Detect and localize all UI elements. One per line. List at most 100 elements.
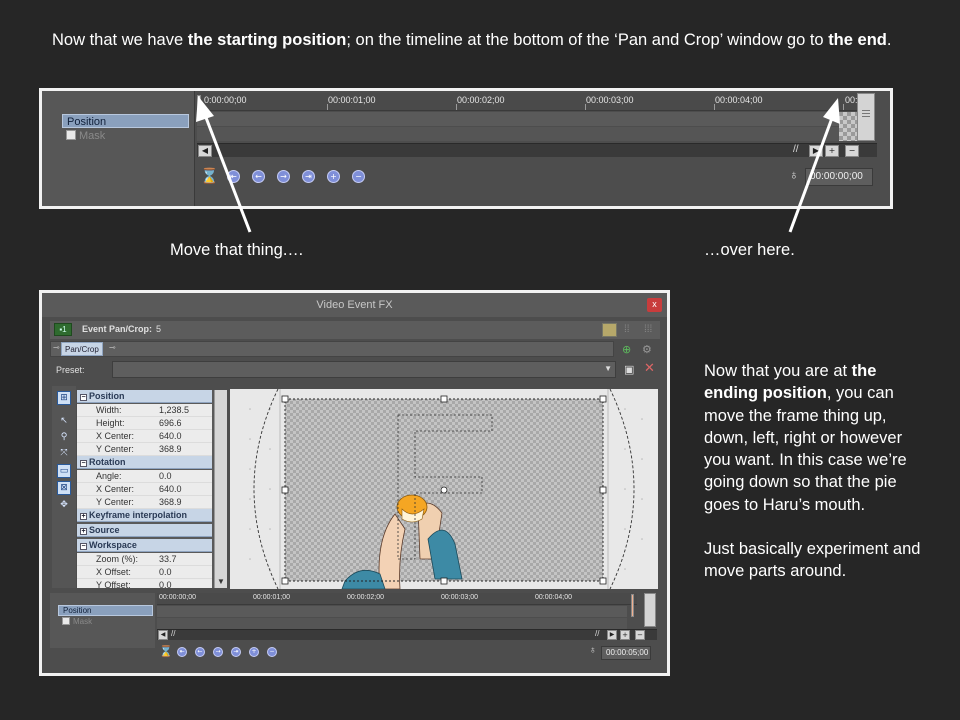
keyframe-remove-icon[interactable]: − [352,170,365,183]
prop-row[interactable]: X Center: 640.0 [77,483,212,496]
keyframe-last-icon[interactable]: ⇥ [231,647,241,657]
list-view-icon[interactable]: ⁞⁞⁞ [644,324,652,335]
keyframe-last-icon[interactable]: ⇥ [302,170,315,183]
prop-row[interactable]: Y Offset: 0.0 [77,579,212,588]
scroll-left-button[interactable]: ◀ [198,145,212,157]
section-rotation-header[interactable]: − Rotation [77,456,212,469]
keyframe-first-icon[interactable]: ⇤ [177,647,187,657]
property-grid: − Position Width: 1,238.5 Height: 696.6 X C… [77,390,227,588]
horizontal-scrollbar[interactable]: ◀ // ▶ + − [197,143,877,157]
mask-checkbox[interactable] [62,617,70,625]
prop-row[interactable]: Height: 696.6 [77,417,212,430]
normal-edit-tool-icon[interactable]: ⊞ [57,391,71,405]
horizontal-scrollbar[interactable]: ◀ // // ▶ + − [157,629,657,640]
keyframe-first-icon[interactable]: ⇤ [227,170,240,183]
scroll-grip[interactable]: // [793,144,799,155]
track-mask[interactable]: Mask [62,129,189,143]
ruler-tick-label: 00:00:04;00 [535,594,572,601]
track-position[interactable]: Position [58,605,153,616]
move-tool-icon[interactable]: ↖ [57,414,71,428]
prop-row[interactable]: X Center: 640.0 [77,430,212,443]
collapse-icon[interactable]: − [80,543,87,550]
zoom-out-button[interactable]: − [845,145,859,157]
scroll-right-button[interactable]: ▶ [607,630,617,640]
preset-dropdown[interactable]: ▼ [112,361,616,378]
keyframe-lane-position[interactable] [157,606,627,617]
scroll-left-button[interactable]: ◀ [158,630,168,640]
scroll-grip[interactable]: // [171,629,175,638]
keyframe-remove-icon[interactable]: − [267,647,277,657]
time-ruler[interactable]: 0:00:00;00 00:00:01;00 00:00:02;00 00:00… [197,93,858,111]
section-workspace-header[interactable]: − Workspace [77,539,212,552]
expand-icon[interactable]: + [80,513,87,520]
canvas-drawing[interactable]: F [230,389,658,589]
prop-row[interactable]: Zoom (%): 33.7 [77,553,212,566]
pin-icon[interactable]: ♁ [589,645,597,656]
time-display[interactable]: 00:00:00;00 [805,168,873,186]
vertical-scroll-thumb[interactable] [857,93,875,141]
property-scrollbar[interactable]: ▼ [214,390,227,588]
scroll-grip-end[interactable]: // [595,629,599,638]
scroll-right-button[interactable]: ▶ [809,145,823,157]
sync-cursor-icon[interactable]: ⌛ [159,645,173,658]
keyframe-prev-icon[interactable]: ← [195,647,205,657]
section-source-header[interactable]: + Source [77,524,212,537]
mask-checkbox[interactable] [66,130,76,140]
ruler-tick [585,104,586,110]
pan-tool-icon[interactable]: ⤧ [57,446,71,460]
ruler-tick [327,104,328,110]
zoom-in-button[interactable]: + [620,630,630,640]
track-mask[interactable]: Mask [58,617,153,628]
chevron-down-icon: ▼ [604,364,612,373]
fx-time-ruler[interactable]: 00:00:00;00 00:00:01;00 00:00:02;00 00:0… [157,593,637,605]
keyframe-add-icon[interactable]: + [249,647,259,657]
move-freely-icon[interactable]: ✥ [57,498,71,512]
section-keyframe-interpolation-header[interactable]: + Keyframe interpolation [77,509,212,522]
frame-letter-label: F [230,389,231,390]
callout-left: Move that thing.… [170,241,304,259]
zoom-in-button[interactable]: + [825,145,839,157]
expand-icon[interactable]: + [80,528,87,535]
callout-right: …over here. [704,241,795,259]
scale-about-center-icon[interactable]: ⊠ [57,481,71,495]
collapse-icon[interactable]: − [80,394,87,401]
prop-row[interactable]: Y Center: 368.9 [77,443,212,456]
plugin-settings-icon[interactable]: ⚙ [642,343,652,356]
track-position[interactable]: Position [62,114,189,128]
close-icon[interactable]: x [647,298,662,312]
keyframe-lane-mask[interactable] [197,127,839,141]
pan-crop-canvas[interactable]: F [230,389,658,589]
keyframe-lane-mask[interactable] [157,618,627,629]
prop-row[interactable]: Angle: 0.0 [77,470,212,483]
pin-icon[interactable]: ♁ [789,167,799,182]
ruler-tick-label: 00:00:04;00 [715,95,763,105]
timeline-cursor-end[interactable] [631,594,634,617]
zoom-out-button[interactable]: − [635,630,645,640]
timeline-cursor-start[interactable] [197,95,201,111]
video-event-fx-window: Video Event FX x ▪1 Event Pan/Crop: 5 ⁞⁞… [39,290,670,676]
plugin-chain-add-icon[interactable]: ⊕ [622,343,631,356]
plugin-chip-pan-crop[interactable]: Pan/Crop [61,342,103,356]
prop-row[interactable]: Width: 1,238.5 [77,404,212,417]
vertical-scroll-thumb[interactable] [644,593,656,627]
window-titlebar: Video Event FX x [42,293,667,317]
keyframe-next-icon[interactable]: → [213,647,223,657]
keyframe-prev-icon[interactable]: ← [252,170,265,183]
view-layout-icon[interactable] [602,323,617,337]
time-display[interactable]: 00:00:05;00 [601,646,651,660]
sync-cursor-icon[interactable]: ⌛ [200,167,219,185]
lock-aspect-icon[interactable]: ▭ [57,464,71,478]
frame-center-handle[interactable] [440,486,448,494]
save-preset-icon[interactable]: ▣ [624,363,634,376]
collapse-icon[interactable]: − [80,460,87,467]
keyframe-next-icon[interactable]: → [277,170,290,183]
prop-row[interactable]: X Offset: 0.0 [77,566,212,579]
section-position-header[interactable]: − Position [77,390,212,403]
prop-row[interactable]: Y Center: 368.9 [77,496,212,509]
keyframe-lane-position[interactable] [197,112,839,126]
delete-preset-icon[interactable]: ✕ [644,361,655,376]
keyframe-add-icon[interactable]: + [327,170,340,183]
chevron-down-icon[interactable]: ▼ [217,577,225,586]
grid-view-icon[interactable]: ⁞⁞ [624,324,630,335]
zoom-tool-icon[interactable]: ⚲ [57,430,71,444]
